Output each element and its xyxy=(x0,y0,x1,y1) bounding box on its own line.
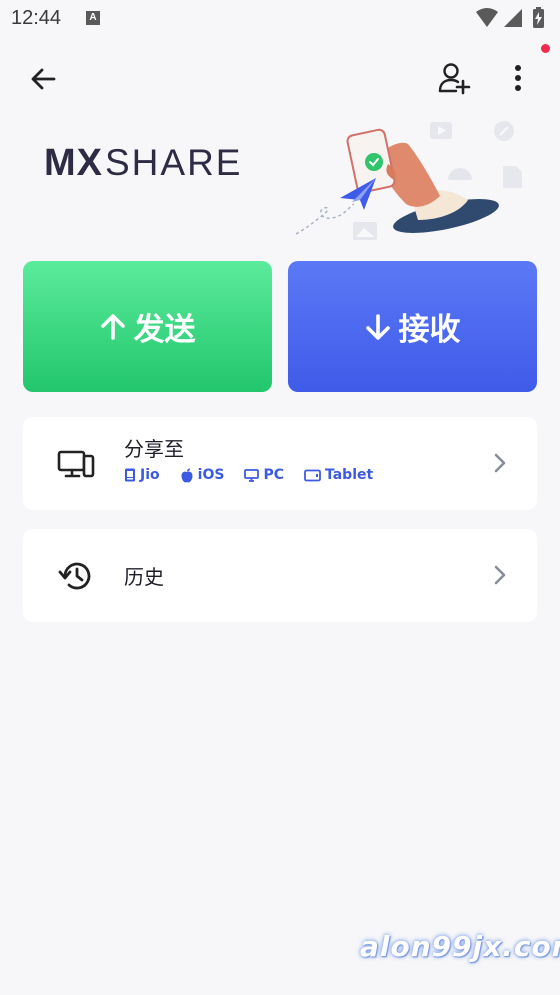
music-icon xyxy=(494,121,514,141)
battery-icon xyxy=(533,7,544,28)
apple-icon xyxy=(181,468,193,482)
add-user-button[interactable] xyxy=(432,56,476,100)
receive-label: 接收 xyxy=(398,312,461,348)
monitor-icon xyxy=(244,469,260,482)
watermark: alon99jx.com xyxy=(360,930,560,963)
share-to-title: 分享至 xyxy=(124,437,184,461)
logo-mx: MX xyxy=(44,141,103,184)
file-icon xyxy=(503,166,522,188)
send-label: 发送 xyxy=(133,312,196,348)
notification-dot xyxy=(541,44,550,53)
toolbar xyxy=(0,50,560,106)
more-options-button[interactable] xyxy=(496,56,540,100)
android-icon xyxy=(448,168,472,180)
tablet-icon xyxy=(304,469,321,481)
platform-label: Tablet xyxy=(324,467,374,483)
image-icon xyxy=(353,222,377,240)
platform-jio: Jio xyxy=(124,467,160,483)
history-title: 历史 xyxy=(124,565,164,589)
logo-share: SHARE xyxy=(105,142,243,183)
mx-share-logo: MX SHARE xyxy=(44,140,242,186)
arrow-down-icon xyxy=(365,313,390,340)
platform-label: Jio xyxy=(140,467,160,483)
chevron-right-icon xyxy=(494,565,506,585)
platform-list: Jio iOS PC Tablet xyxy=(124,467,393,483)
more-vertical-icon xyxy=(515,65,521,91)
status-icons xyxy=(476,7,544,28)
video-icon xyxy=(430,122,452,139)
back-button[interactable] xyxy=(22,58,64,100)
signal-icon xyxy=(504,9,522,27)
arrow-up-icon xyxy=(100,313,125,340)
status-bar: 12:44 A xyxy=(0,0,560,38)
hero-illustration xyxy=(295,121,522,240)
devices-icon xyxy=(57,445,95,483)
chevron-right-icon xyxy=(494,453,506,473)
status-time: 12:44 xyxy=(11,7,62,29)
notification-badge-icon: A xyxy=(86,11,100,25)
add-user-icon xyxy=(438,63,471,95)
receive-button[interactable]: 接收 xyxy=(288,261,537,392)
platform-pc: PC xyxy=(244,467,284,483)
history-card[interactable]: 历史 xyxy=(23,529,537,622)
arrow-left-icon xyxy=(31,68,56,90)
platform-ios: iOS xyxy=(180,467,225,483)
platform-label: PC xyxy=(263,467,284,483)
wifi-icon xyxy=(476,8,498,27)
platform-tablet: Tablet xyxy=(304,467,373,483)
send-button[interactable]: 发送 xyxy=(23,261,272,392)
phone-icon xyxy=(125,468,135,482)
history-icon xyxy=(57,557,95,595)
platform-label: iOS xyxy=(197,467,225,483)
share-to-card[interactable]: 分享至 Jio iOS PC Tablet xyxy=(23,417,537,510)
